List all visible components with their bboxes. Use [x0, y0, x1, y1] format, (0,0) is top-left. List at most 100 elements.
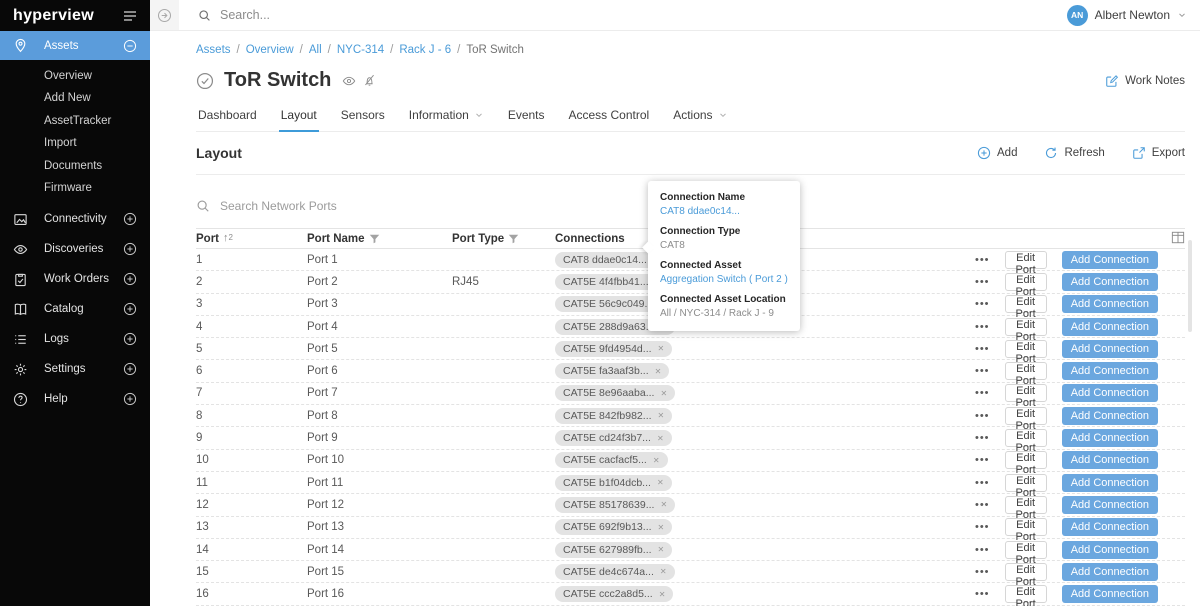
connection-chip[interactable]: CAT5E b1f04dcb...✕ [555, 475, 672, 491]
edit-port-button[interactable]: Edit Port [1005, 251, 1047, 269]
add-connection-button[interactable]: Add Connection [1062, 295, 1158, 313]
sidebar-subitem-firmware[interactable]: Firmware [0, 177, 150, 199]
remove-connection-icon[interactable]: ✕ [655, 367, 662, 376]
add-button[interactable]: Add [977, 146, 1017, 160]
edit-port-button[interactable]: Edit Port [1005, 541, 1047, 559]
remove-connection-icon[interactable]: ✕ [658, 411, 665, 420]
edit-port-button[interactable]: Edit Port [1005, 585, 1047, 603]
sidebar-item-settings[interactable]: Settings [0, 354, 150, 384]
connection-chip[interactable]: CAT5E 692f9b13...✕ [555, 519, 672, 535]
add-connection-button[interactable]: Add Connection [1062, 273, 1158, 291]
remove-connection-icon[interactable]: ✕ [657, 434, 664, 443]
plus-circle-icon[interactable] [123, 392, 137, 406]
tab-layout[interactable]: Layout [279, 103, 319, 132]
row-menu-button[interactable]: ••• [975, 544, 990, 556]
edit-port-button[interactable]: Edit Port [1005, 340, 1047, 358]
row-menu-button[interactable]: ••• [975, 588, 990, 600]
row-menu-button[interactable]: ••• [975, 365, 990, 377]
remove-connection-icon[interactable]: ✕ [659, 590, 666, 599]
sidebar-subitem-import[interactable]: Import [0, 132, 150, 154]
sidebar-item-catalog[interactable]: Catalog [0, 294, 150, 324]
plus-circle-icon[interactable] [123, 272, 137, 286]
add-connection-button[interactable]: Add Connection [1062, 541, 1158, 559]
plus-circle-icon[interactable] [123, 242, 137, 256]
add-connection-button[interactable]: Add Connection [1062, 451, 1158, 469]
column-header-port-type[interactable]: Port Type [452, 233, 555, 245]
bell-muted-icon[interactable] [363, 74, 376, 87]
edit-port-button[interactable]: Edit Port [1005, 451, 1047, 469]
row-menu-button[interactable]: ••• [975, 566, 990, 578]
tab-information[interactable]: Information [407, 103, 486, 132]
connection-chip[interactable]: CAT5E 9fd4954d...✕ [555, 341, 672, 357]
connection-chip[interactable]: CAT5E cacfacf5...✕ [555, 452, 668, 468]
tooltip-value[interactable]: Aggregation Switch ( Port 2 ) [660, 273, 788, 287]
edit-port-button[interactable]: Edit Port [1005, 496, 1047, 514]
column-settings-icon[interactable] [1171, 231, 1185, 244]
add-connection-button[interactable]: Add Connection [1062, 563, 1158, 581]
scrollbar-thumb[interactable] [1188, 240, 1192, 332]
sidebar-item-assets[interactable]: Assets [0, 31, 150, 60]
sidebar-subitem-documents[interactable]: Documents [0, 155, 150, 177]
plus-circle-icon[interactable] [123, 212, 137, 226]
edit-port-button[interactable]: Edit Port [1005, 474, 1047, 492]
row-menu-button[interactable]: ••• [975, 454, 990, 466]
add-connection-button[interactable]: Add Connection [1062, 407, 1158, 425]
sidebar-collapse-button[interactable] [150, 0, 179, 30]
edit-port-button[interactable]: Edit Port [1005, 429, 1047, 447]
user-menu[interactable]: AN Albert Newton [1067, 5, 1187, 26]
edit-port-button[interactable]: Edit Port [1005, 295, 1047, 313]
row-menu-button[interactable]: ••• [975, 432, 990, 444]
row-menu-button[interactable]: ••• [975, 321, 990, 333]
row-menu-button[interactable]: ••• [975, 477, 990, 489]
row-menu-button[interactable]: ••• [975, 387, 990, 399]
breadcrumb-item-all[interactable]: All [309, 44, 322, 56]
global-search-input[interactable]: Search... [198, 8, 270, 22]
add-connection-button[interactable]: Add Connection [1062, 474, 1158, 492]
tooltip-value[interactable]: CAT8 ddae0c14... [660, 205, 788, 219]
connection-chip[interactable]: CAT5E de4c674a...✕ [555, 564, 675, 580]
row-menu-button[interactable]: ••• [975, 499, 990, 511]
remove-connection-icon[interactable]: ✕ [653, 456, 660, 465]
add-connection-button[interactable]: Add Connection [1062, 340, 1158, 358]
breadcrumb-item-assets[interactable]: Assets [196, 44, 231, 56]
row-menu-button[interactable]: ••• [975, 276, 990, 288]
breadcrumb-item-rack-j-6[interactable]: Rack J - 6 [399, 44, 451, 56]
row-menu-button[interactable]: ••• [975, 410, 990, 422]
add-connection-button[interactable]: Add Connection [1062, 429, 1158, 447]
filter-icon[interactable] [369, 234, 380, 244]
column-header-port[interactable]: Port↑2 [196, 233, 307, 245]
add-connection-button[interactable]: Add Connection [1062, 585, 1158, 603]
add-connection-button[interactable]: Add Connection [1062, 384, 1158, 402]
plus-circle-icon[interactable] [123, 302, 137, 316]
tab-actions[interactable]: Actions [671, 103, 729, 132]
breadcrumb-item-overview[interactable]: Overview [246, 44, 294, 56]
sidebar-subitem-assettracker[interactable]: AssetTracker [0, 110, 150, 132]
tab-events[interactable]: Events [506, 103, 547, 132]
connection-chip[interactable]: CAT5E 8e96aaba...✕ [555, 385, 675, 401]
edit-port-button[interactable]: Edit Port [1005, 407, 1047, 425]
remove-connection-icon[interactable]: ✕ [658, 545, 665, 554]
connection-chip[interactable]: CAT5E fa3aaf3b...✕ [555, 363, 669, 379]
add-connection-button[interactable]: Add Connection [1062, 251, 1158, 269]
remove-connection-icon[interactable]: ✕ [658, 523, 665, 532]
edit-port-button[interactable]: Edit Port [1005, 563, 1047, 581]
minus-circle-icon[interactable] [123, 39, 137, 53]
tab-sensors[interactable]: Sensors [339, 103, 387, 132]
edit-port-button[interactable]: Edit Port [1005, 273, 1047, 291]
remove-connection-icon[interactable]: ✕ [657, 478, 664, 487]
edit-port-button[interactable]: Edit Port [1005, 362, 1047, 380]
edit-port-button[interactable]: Edit Port [1005, 384, 1047, 402]
work-notes-button[interactable]: Work Notes [1105, 74, 1185, 88]
breadcrumb-item-nyc-314[interactable]: NYC-314 [337, 44, 384, 56]
sidebar-item-work-orders[interactable]: Work Orders [0, 264, 150, 294]
connection-chip[interactable]: CAT5E ccc2a8d5...✕ [555, 586, 673, 602]
sidebar-item-help[interactable]: Help [0, 384, 150, 414]
row-menu-button[interactable]: ••• [975, 298, 990, 310]
tab-dashboard[interactable]: Dashboard [196, 103, 259, 132]
plus-circle-icon[interactable] [123, 362, 137, 376]
hamburger-menu-icon[interactable] [123, 10, 137, 22]
remove-connection-icon[interactable]: ✕ [660, 567, 667, 576]
filter-icon[interactable] [508, 234, 519, 244]
connection-chip[interactable]: CAT5E 85178639...✕ [555, 497, 675, 513]
column-header-port-name[interactable]: Port Name [307, 233, 452, 245]
